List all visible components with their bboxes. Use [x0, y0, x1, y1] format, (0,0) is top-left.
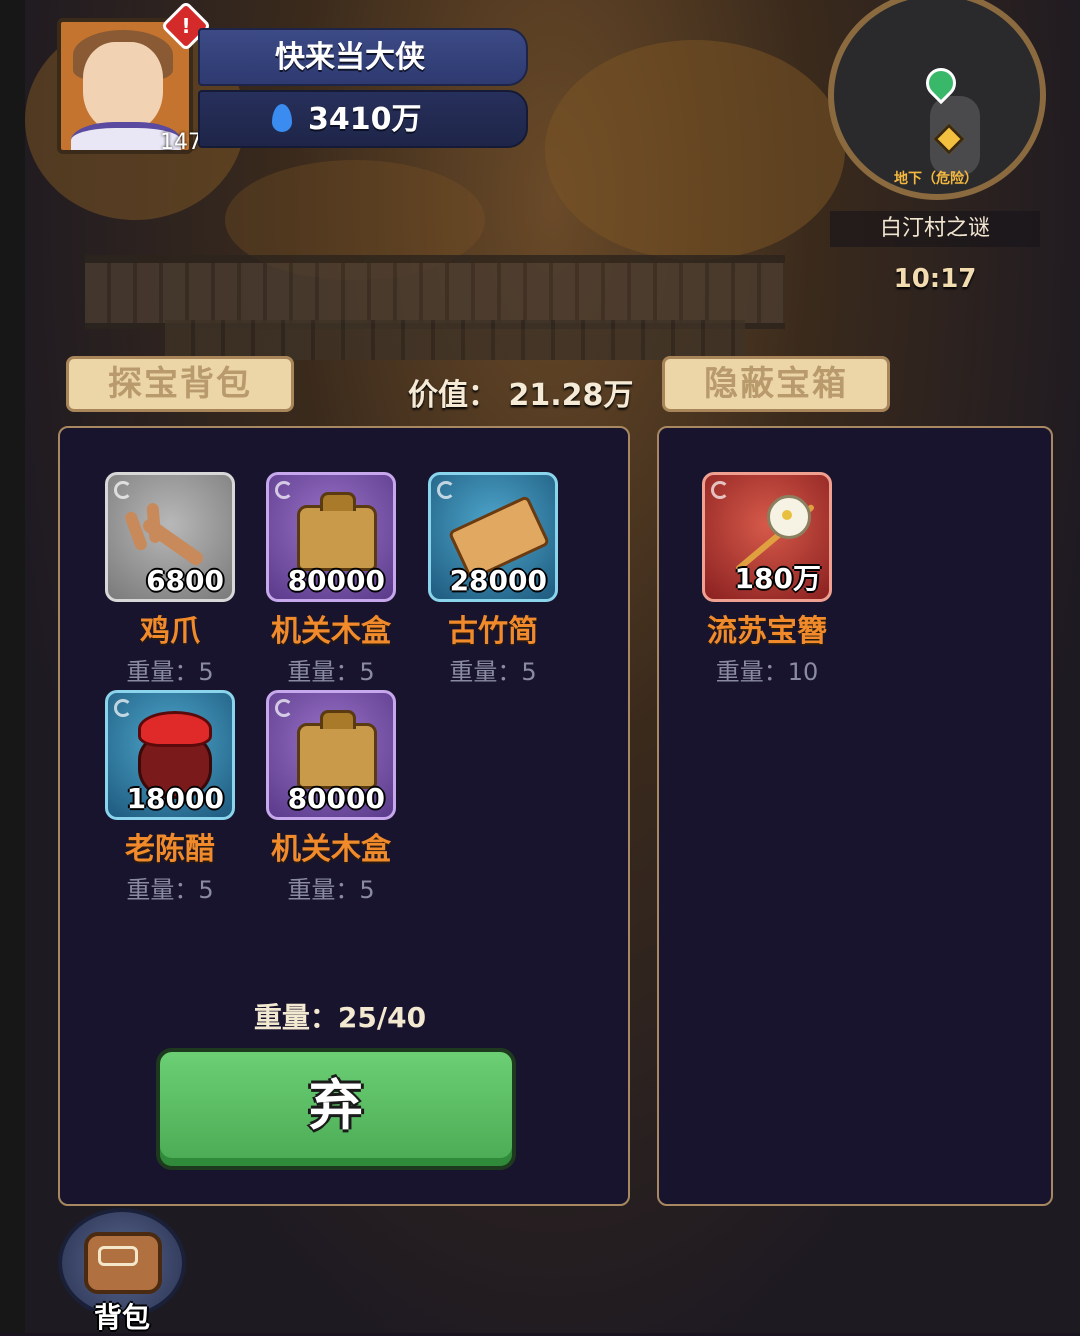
- item-price: 6800: [146, 564, 224, 597]
- countdown-timer: 10:17: [893, 264, 977, 294]
- value-amount: 21.28万: [508, 378, 634, 413]
- item-weight: 重量：5: [126, 658, 214, 686]
- tab-treasure-bag[interactable]: 探宝背包: [66, 356, 294, 412]
- map-area-label: 地下（危险）: [894, 171, 978, 187]
- bag-item[interactable]: 6800 鸡爪 重量：5: [105, 472, 235, 687]
- item-price: 80000: [287, 564, 385, 597]
- left-edge-strip: [0, 0, 25, 1333]
- item-weight: 重量：5: [126, 876, 214, 904]
- currency-banner: 3410万: [198, 90, 528, 148]
- item-weight: 重量：10: [715, 658, 819, 686]
- hairpin-flower-icon: [767, 495, 811, 539]
- avatar-face: [83, 42, 163, 132]
- player-level: 147: [160, 130, 202, 155]
- swirl-icon: [437, 481, 455, 499]
- roof-decor: [165, 320, 745, 360]
- swirl-icon: [114, 481, 132, 499]
- bag-item[interactable]: 80000 机关木盒 重量：5: [266, 472, 396, 687]
- item-card[interactable]: 6800: [105, 472, 235, 602]
- bag-item[interactable]: 80000 机关木盒 重量：5: [266, 690, 396, 905]
- item-price: 28000: [449, 564, 547, 597]
- player-name: 快来当大侠: [275, 40, 425, 75]
- quest-name: 白汀村之谜: [830, 211, 1040, 247]
- roof-decor: [85, 255, 785, 329]
- foliage-decor: [545, 40, 845, 260]
- bag-value: 价值： 21.28万: [408, 370, 633, 414]
- player-name-banner: 快来当大侠: [198, 28, 528, 86]
- value-label: 价值：: [408, 378, 498, 413]
- item-card[interactable]: 180万: [702, 472, 832, 602]
- alert-icon: !: [181, 14, 191, 38]
- wooden-box-icon: [297, 492, 377, 571]
- item-name: 鸡爪: [140, 614, 200, 649]
- swirl-icon: [114, 699, 132, 717]
- item-weight: 重量：5: [287, 658, 375, 686]
- item-name: 古竹简: [448, 614, 538, 649]
- item-name: 机关木盒: [271, 614, 391, 649]
- swirl-icon: [711, 481, 729, 499]
- item-card[interactable]: 80000: [266, 690, 396, 820]
- item-name: 机关木盒: [271, 832, 391, 867]
- item-name: 流苏宝簪: [707, 614, 827, 649]
- item-price: 80000: [287, 782, 385, 815]
- item-card[interactable]: 28000: [428, 472, 558, 602]
- swirl-icon: [275, 481, 293, 499]
- backpack-icon: [84, 1232, 162, 1294]
- discard-button[interactable]: 弃: [156, 1048, 516, 1170]
- item-weight: 重量：5: [449, 658, 537, 686]
- tab-hidden-chest[interactable]: 隐蔽宝箱: [662, 356, 890, 412]
- item-price: 18000: [126, 782, 224, 815]
- currency-amount: 3410万: [308, 102, 422, 137]
- bag-item[interactable]: 18000 老陈醋 重量：5: [105, 690, 235, 905]
- item-price: 180万: [734, 562, 821, 595]
- item-name: 老陈醋: [125, 832, 215, 867]
- swirl-icon: [275, 699, 293, 717]
- item-card[interactable]: 80000: [266, 472, 396, 602]
- wooden-box-icon: [297, 710, 377, 789]
- item-card[interactable]: 18000: [105, 690, 235, 820]
- claw-icon: [140, 516, 206, 568]
- item-weight: 重量：5: [287, 876, 375, 904]
- bag-weight-total: 重量：25/40: [253, 1001, 427, 1034]
- vinegar-jar-cap-icon: [138, 711, 212, 747]
- bag-item[interactable]: 28000 古竹简 重量：5: [428, 472, 558, 687]
- flame-currency-icon: [272, 104, 292, 132]
- chest-item[interactable]: 180万 流苏宝簪 重量：10: [702, 472, 832, 687]
- backpack-label: 背包: [93, 1301, 150, 1334]
